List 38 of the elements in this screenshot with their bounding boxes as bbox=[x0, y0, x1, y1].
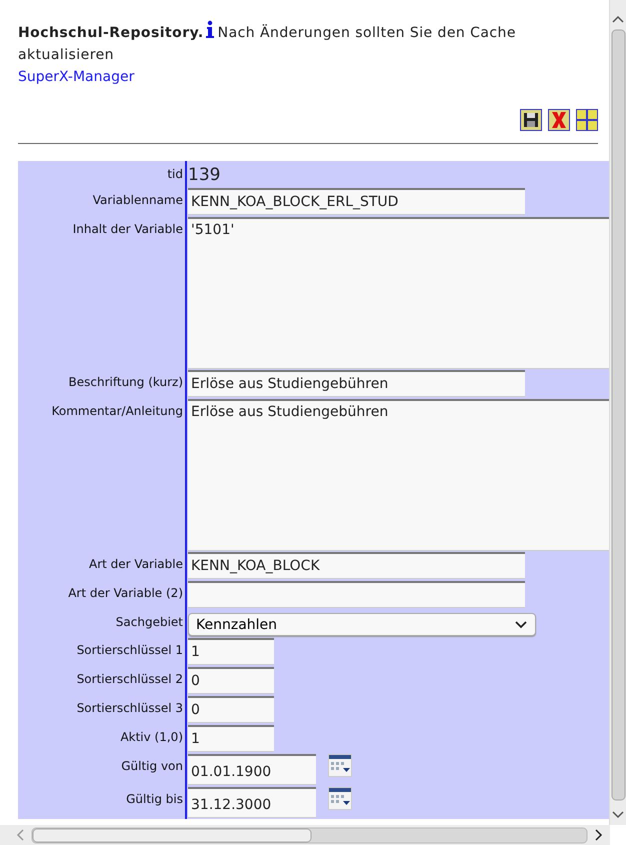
field-label: Variablenname bbox=[92, 192, 184, 209]
textarea-field[interactable]: '5101' bbox=[188, 217, 609, 369]
dropdown[interactable]: Kennzahlen bbox=[188, 613, 536, 636]
date-field[interactable]: 31.12.3000 bbox=[188, 787, 316, 818]
input-field[interactable] bbox=[188, 581, 525, 608]
manager-link[interactable]: SuperX-Manager bbox=[18, 69, 134, 85]
header-text: Hochschul-Repository. Nach Änderungen sollten Sie den Cache aktualisieren bbox=[18, 20, 600, 66]
input-field[interactable]: KENN_KOA_BLOCK_ERL_STUD bbox=[188, 188, 525, 215]
delete-icon[interactable] bbox=[548, 109, 570, 131]
field-label: Inhalt der Variable bbox=[72, 221, 184, 238]
date-field[interactable]: 01.01.1900 bbox=[188, 754, 316, 785]
field-label: Gültig bis bbox=[125, 791, 184, 808]
field-label: Sortierschlüssel 2 bbox=[76, 671, 184, 688]
field-label: Kommentar/Anleitung bbox=[50, 403, 184, 420]
field-label: Sortierschlüssel 3 bbox=[76, 700, 184, 717]
save-icon[interactable] bbox=[520, 109, 542, 131]
field-label: Art der Variable (2) bbox=[67, 585, 184, 602]
input-field[interactable]: 1 bbox=[188, 725, 274, 752]
info-icon[interactable] bbox=[206, 20, 214, 38]
textarea-field[interactable]: Erlöse aus Studiengebühren bbox=[188, 399, 609, 551]
input-field[interactable]: Erlöse aus Studiengebühren bbox=[188, 370, 525, 397]
input-field[interactable]: 0 bbox=[188, 667, 274, 694]
id-value: 139 bbox=[188, 164, 220, 186]
vertical-scrollbar[interactable] bbox=[609, 0, 626, 825]
calendar-icon[interactable] bbox=[328, 787, 352, 810]
input-field[interactable]: 1 bbox=[188, 638, 274, 665]
input-field[interactable]: 0 bbox=[188, 696, 274, 723]
field-label: Aktiv (1,0) bbox=[119, 729, 184, 746]
calendar-icon[interactable] bbox=[328, 754, 352, 777]
field-label: Beschriftung (kurz) bbox=[68, 374, 184, 391]
field-label: Gültig von bbox=[120, 758, 184, 775]
field-label: Sortierschlüssel 1 bbox=[76, 642, 184, 659]
caret-icon bbox=[515, 620, 527, 628]
grid-icon[interactable] bbox=[576, 109, 598, 131]
field-label: tid bbox=[166, 166, 184, 183]
field-label: Sachgebiet bbox=[114, 614, 184, 631]
input-field[interactable]: KENN_KOA_BLOCK bbox=[188, 552, 525, 579]
field-label: Art der Variable bbox=[88, 556, 184, 573]
